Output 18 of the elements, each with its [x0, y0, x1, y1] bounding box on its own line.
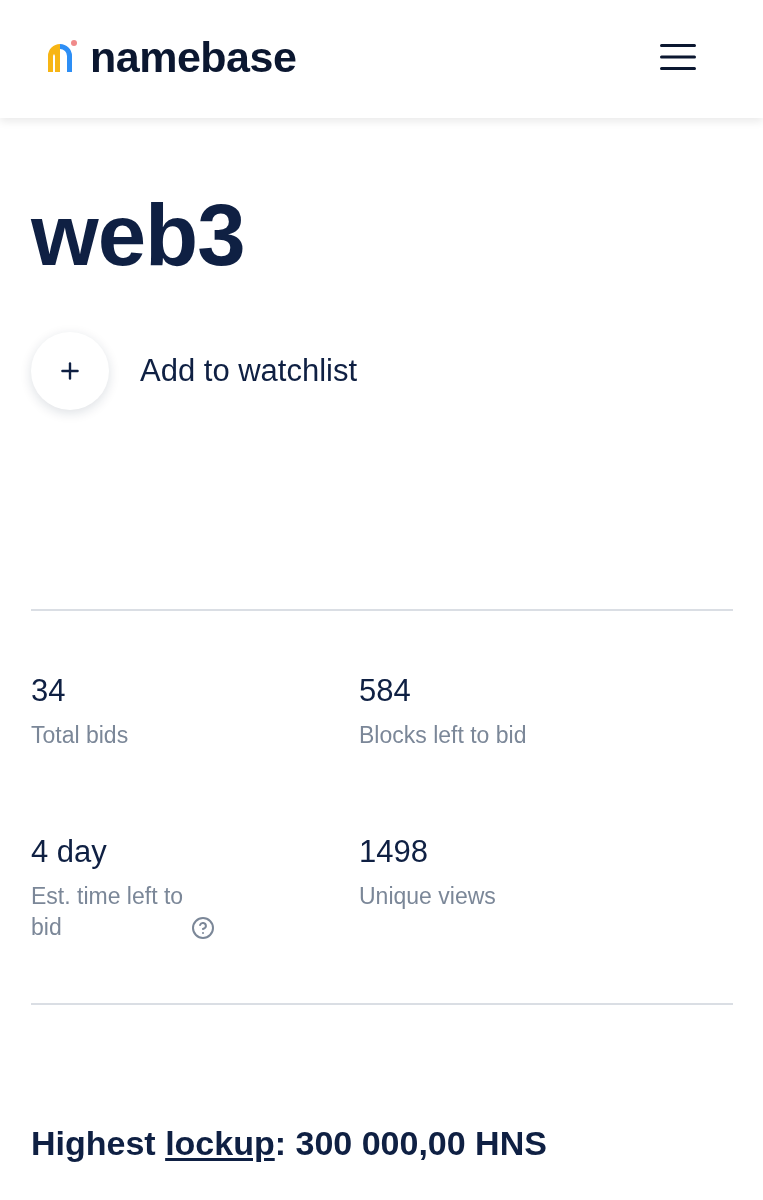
menu-button[interactable] — [659, 43, 697, 71]
stat-label: Blocks left to bid — [359, 721, 527, 750]
stat-label: Unique views — [359, 882, 496, 911]
namebase-logo[interactable]: namebase — [46, 35, 297, 79]
stat-value: 1498 — [359, 835, 428, 869]
stat-label: Total bids — [31, 721, 129, 750]
highest-lockup-text: Highest lockup: 300 000,00 HNS — [31, 1124, 547, 1163]
menu-icon — [660, 44, 696, 70]
lockup-link[interactable]: lockup — [165, 1124, 275, 1162]
stat-value: 4 day — [31, 835, 107, 869]
stat-value: 34 — [31, 674, 66, 708]
stat-label: Est. time left to bid — [31, 882, 185, 942]
logo-icon — [46, 40, 80, 74]
help-icon[interactable] — [191, 916, 215, 940]
add-watchlist-link[interactable]: Add to watchlist — [140, 353, 358, 389]
stat-value: 584 — [359, 674, 411, 708]
logo-text: namebase — [90, 35, 297, 79]
domain-title: web3 — [31, 191, 245, 278]
